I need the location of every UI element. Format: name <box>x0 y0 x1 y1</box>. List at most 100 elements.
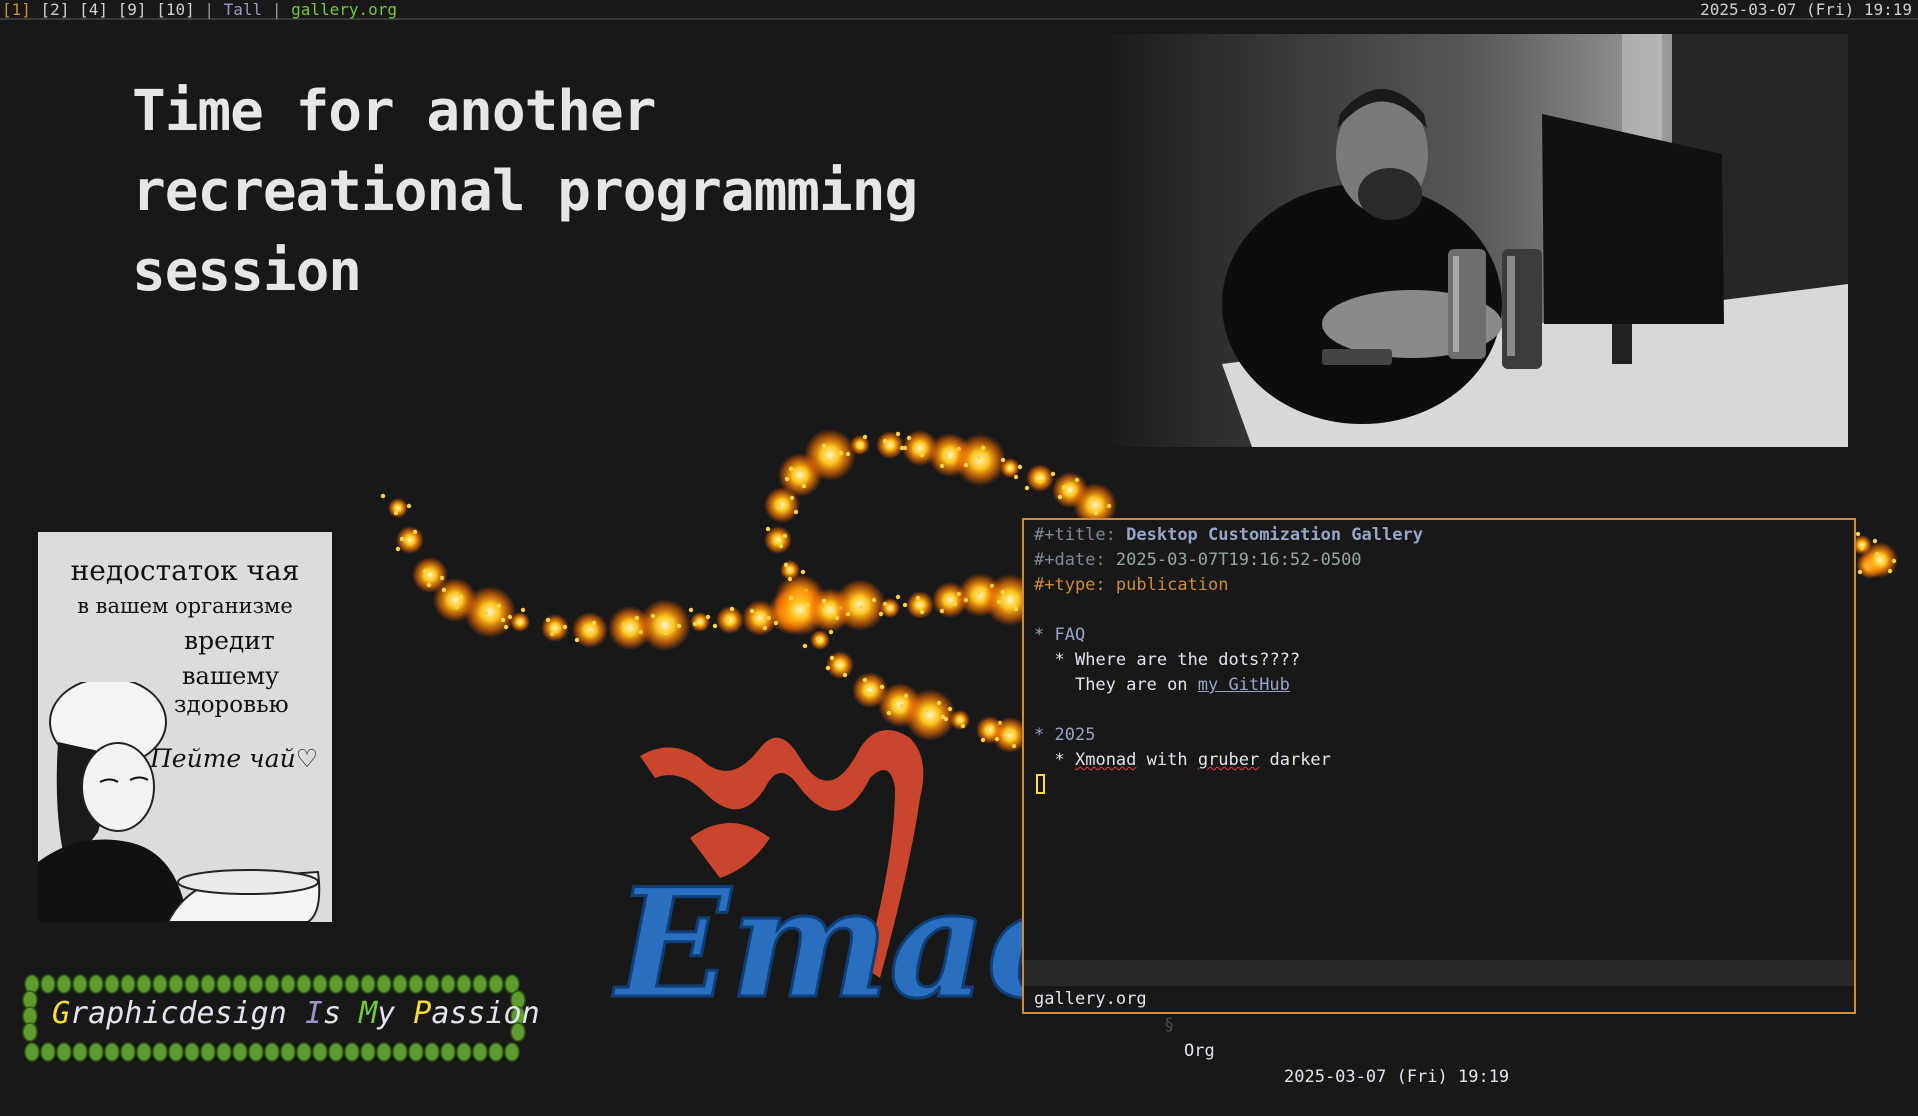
ember-particle <box>1000 458 1020 478</box>
pepper-icon <box>440 974 456 994</box>
org-type-line[interactable]: #+type: publication <box>1034 574 1229 596</box>
ember-particle <box>768 590 812 634</box>
ember-particle <box>774 584 826 636</box>
ember-spark <box>956 591 962 597</box>
ember-particle <box>906 591 934 619</box>
pepper-icon <box>280 1042 296 1062</box>
ember-spark <box>862 434 868 440</box>
layout-indicator[interactable]: Tall <box>224 0 263 19</box>
ember-spark <box>923 707 929 713</box>
bar-separator-2: | <box>271 0 282 19</box>
ember-spark <box>786 613 792 619</box>
ember-spark <box>483 610 489 616</box>
ember-spark <box>939 608 945 614</box>
pepper-icon <box>504 1042 520 1062</box>
ember-spark <box>773 620 779 626</box>
ember-spark <box>902 602 908 608</box>
org-date-line[interactable]: #+date: 2025-03-07T19:16:52-0500 <box>1034 549 1362 571</box>
ember-particle <box>510 612 530 632</box>
ember-particle <box>876 431 904 459</box>
ember-spark <box>895 431 901 437</box>
item-end: darker <box>1259 750 1331 770</box>
ember-spark <box>789 495 795 501</box>
ember-spark <box>1874 552 1880 558</box>
pepper-icon <box>344 1042 360 1062</box>
ember-spark <box>899 703 905 709</box>
ember-spark <box>976 590 982 596</box>
ember-spark <box>963 462 969 468</box>
pepper-icon <box>456 974 472 994</box>
mode-line[interactable]: gallery.org § Org 2025-03-07 (Fri) 19:19 <box>1024 960 1854 1087</box>
pepper-icon <box>328 974 344 994</box>
ember-spark <box>801 612 807 618</box>
pepper-icon <box>280 974 296 994</box>
subheading-bullet: * <box>1054 650 1065 670</box>
ember-spark <box>886 710 892 716</box>
org-heading-2025[interactable]: * 2025 <box>1034 724 1095 746</box>
pepper-icon <box>376 974 392 994</box>
ember-particle <box>902 430 938 466</box>
ember-spark <box>776 502 782 508</box>
modeline-buffer-name[interactable]: gallery.org <box>1034 986 1147 1012</box>
clock: 2025-03-07 (Fri) 19:19 <box>1700 0 1912 19</box>
ember-spark <box>1024 485 1030 491</box>
pepper-icon <box>168 1042 184 1062</box>
workspace-2[interactable]: [2] <box>41 0 70 19</box>
pepper-icon <box>264 974 280 994</box>
ember-spark <box>705 614 711 620</box>
ember-spark <box>895 594 901 600</box>
github-link[interactable]: my GitHub <box>1198 675 1290 695</box>
ember-spark <box>393 510 399 516</box>
ember-spark <box>1872 538 1878 544</box>
pepper-icon <box>376 1042 392 1062</box>
org-subheading-faq[interactable]: * Where are the dots???? <box>1034 649 1300 671</box>
pepper-icon <box>22 1022 38 1042</box>
ember-particle <box>396 526 424 554</box>
heading-faq-text: FAQ <box>1054 625 1086 645</box>
pepper-icon <box>360 1042 376 1062</box>
ember-spark <box>762 625 768 631</box>
ember-spark <box>878 611 884 617</box>
ember-spark <box>899 445 905 451</box>
org-subheading-2025[interactable]: * Xmonad with gruber darker <box>1034 749 1331 771</box>
wallpaper-headline: Time for another recreational programmin… <box>132 72 918 312</box>
ember-spark <box>458 594 464 600</box>
ember-spark <box>1061 484 1067 490</box>
org-body-faq[interactable]: They are on my GitHub <box>1034 674 1290 696</box>
pepper-icon <box>312 974 328 994</box>
ember-spark <box>989 583 995 589</box>
ember-spark <box>783 562 789 568</box>
heading-2025-text: 2025 <box>1054 725 1096 745</box>
ember-spark <box>634 615 640 621</box>
pepper-icon <box>488 974 504 994</box>
org-title-line[interactable]: #+title: Desktop Customization Gallery <box>1034 524 1423 546</box>
ember-spark <box>947 706 953 712</box>
org-heading-faq[interactable]: * FAQ <box>1034 624 1085 646</box>
modeline-time: 2025-03-07 (Fri) 19:19 <box>1284 1067 1510 1087</box>
workspace-10[interactable]: [10] <box>156 0 195 19</box>
photo-illustration <box>1112 34 1848 447</box>
pepper-icon <box>184 1042 200 1062</box>
ember-spark <box>790 595 796 601</box>
ember-particle <box>608 606 652 650</box>
pepper-icon <box>296 1042 312 1062</box>
modeline-major-mode[interactable]: Org <box>1184 1038 1215 1064</box>
workspace-1[interactable]: [1] <box>2 0 31 19</box>
workspace-4[interactable]: [4] <box>79 0 108 19</box>
gigachad-photo <box>1112 34 1848 447</box>
ember-spark <box>980 445 986 451</box>
ember-spark <box>838 450 844 456</box>
ember-particle <box>780 560 800 580</box>
ember-spark <box>574 637 580 643</box>
ember-particle <box>774 574 826 626</box>
ember-particle <box>778 453 822 497</box>
ember-spark <box>786 605 792 611</box>
pepper-icon <box>424 1042 440 1062</box>
emacs-window[interactable]: #+title: Desktop Customization Gallery #… <box>1022 518 1856 1087</box>
org-date-keyword: #+date: <box>1034 550 1106 570</box>
ember-spark <box>793 509 799 515</box>
workspace-9[interactable]: [9] <box>118 0 147 19</box>
ember-spark <box>395 546 401 552</box>
ember-particle <box>880 598 900 618</box>
ember-spark <box>765 526 771 532</box>
